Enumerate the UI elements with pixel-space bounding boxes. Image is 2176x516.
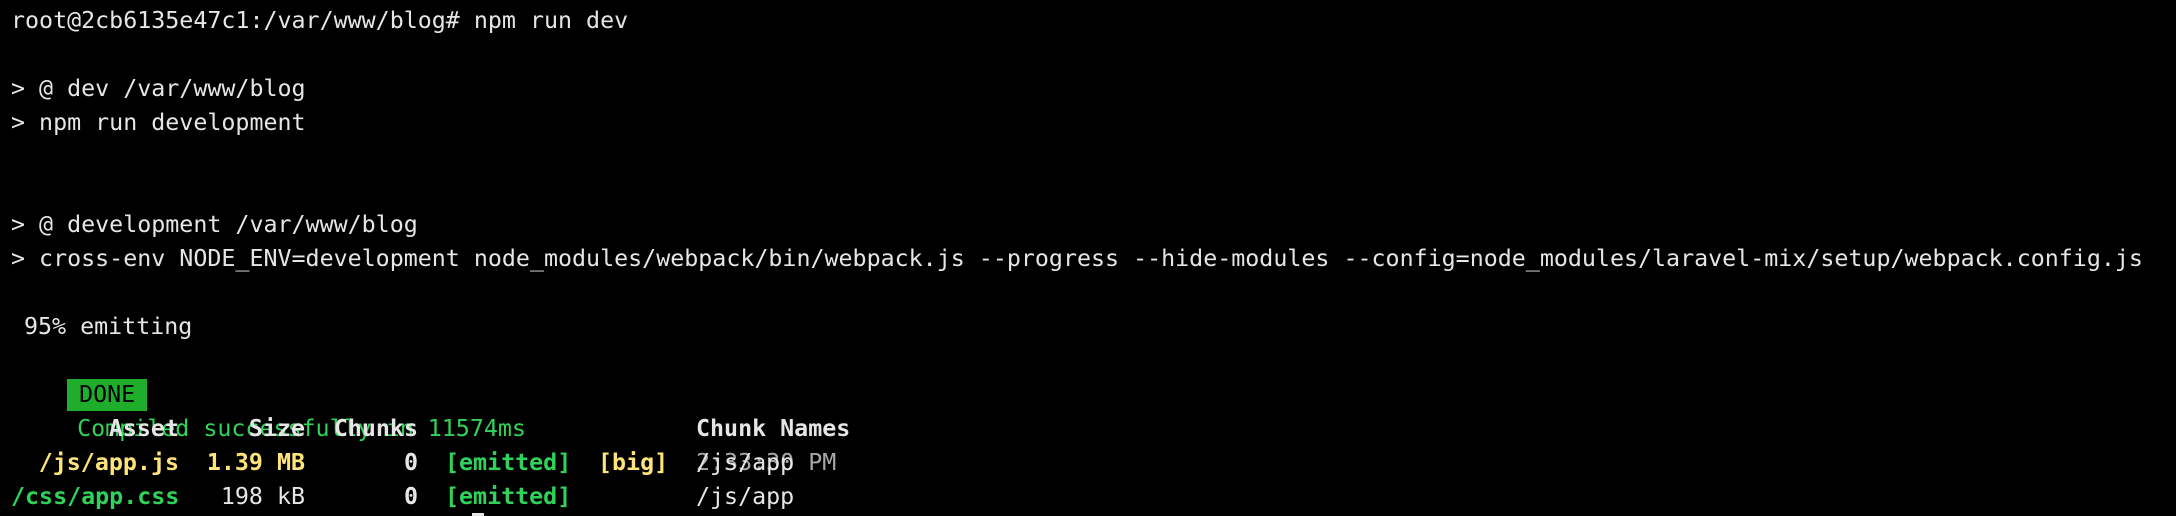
prompt-line: root@2cb6135e47c1:/var/www/blog# npm run… [11, 7, 629, 34]
asset-flag: [big] [598, 449, 669, 476]
header-size: Size [248, 415, 305, 442]
header-chunk-names: Chunk Names [696, 415, 851, 442]
asset-name: /js/app.js [38, 449, 179, 476]
header-asset: Asset [108, 415, 179, 442]
table-row: /js/app.js 1.39 MB 0 [emitted] [big] /js… [0, 446, 2176, 480]
script-line-dev: > @ dev /var/www/blog [11, 75, 306, 102]
script-line-cross-env: > cross-env NODE_ENV=development node_mo… [11, 245, 2143, 272]
asset-status: [emitted] [445, 483, 572, 510]
asset-size: 198 kB [220, 483, 305, 510]
header-chunks: Chunks [333, 415, 418, 442]
script-line-npm-run: > npm run development [11, 109, 306, 136]
table-header: Asset Size Chunks Chunk Names [0, 412, 2176, 446]
done-badge: DONE [67, 379, 148, 411]
script-line-development: > @ development /var/www/blog [11, 211, 418, 238]
asset-chunks: 0 [403, 483, 418, 510]
asset-chunk-names: /js/app [696, 449, 795, 476]
asset-chunk-names: /js/app [696, 483, 795, 510]
status-line: DONE Compiled successfully in 11574ms 2:… [11, 344, 836, 476]
asset-size: 1.39 MB [206, 449, 305, 476]
terminal-window[interactable]: root@2cb6135e47c1:/var/www/blog# npm run… [0, 0, 2176, 516]
asset-chunks: 0 [403, 449, 418, 476]
table-row: /css/app.css 198 kB 0 [emitted] /js/app [0, 480, 2176, 514]
asset-status: [emitted] [445, 449, 572, 476]
progress-line: 95% emitting [24, 313, 193, 340]
asset-name: /css/app.css [11, 483, 180, 510]
